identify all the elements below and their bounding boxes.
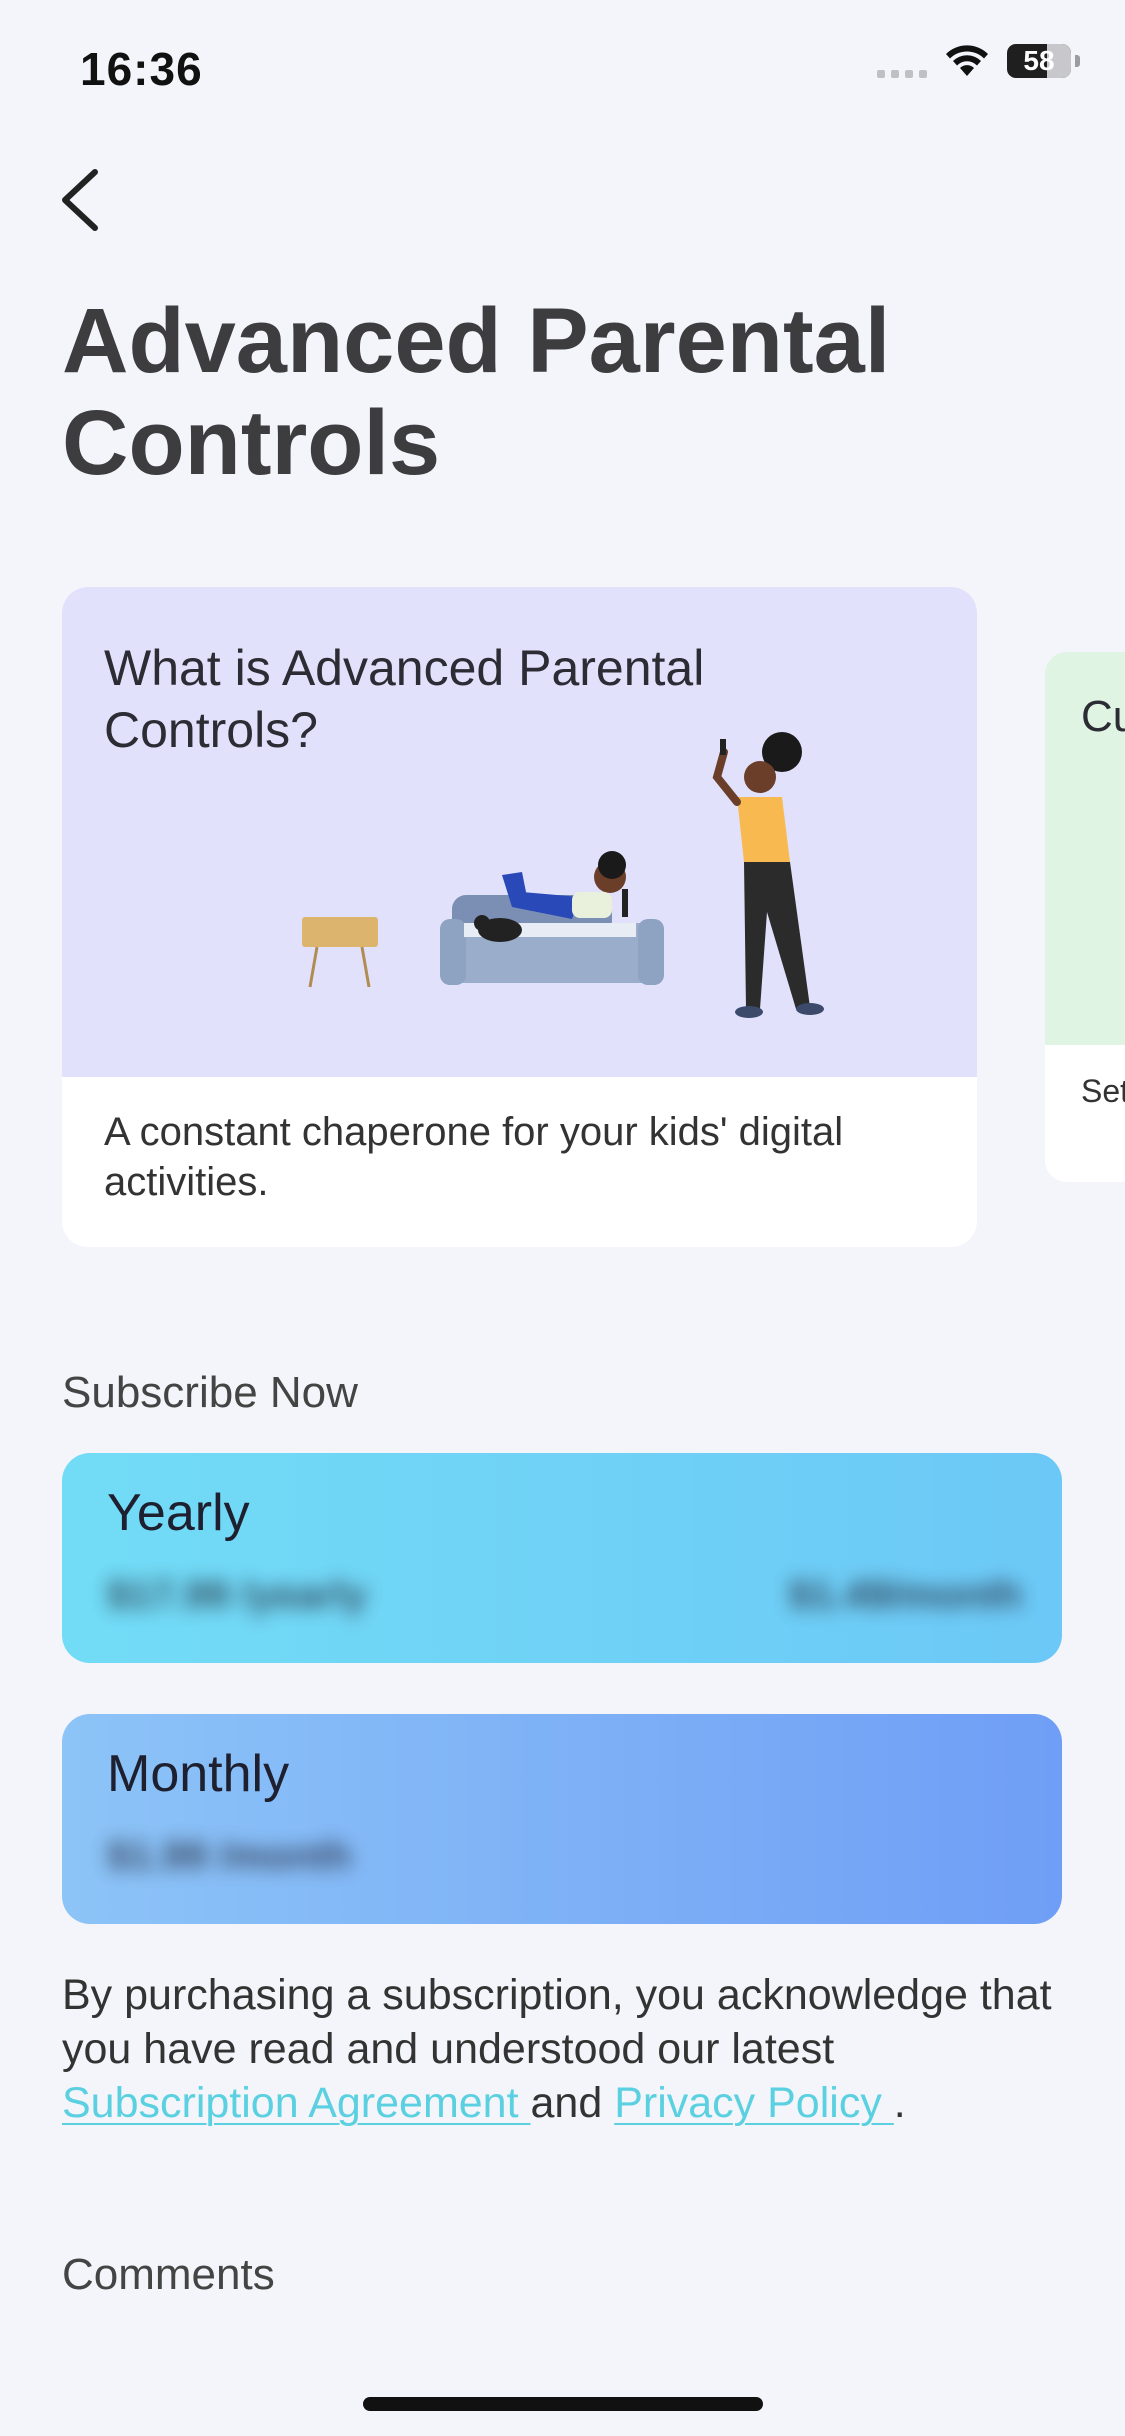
wifi-icon	[946, 45, 988, 76]
plan-name: Yearly	[107, 1484, 250, 1542]
info-card[interactable]: Cu Set hou	[1045, 652, 1125, 1182]
plan-price: $17.99 /yearly	[107, 1573, 368, 1617]
plan-name: Monthly	[107, 1745, 290, 1803]
legal-text: By purchasing a subscription, you acknow…	[62, 1968, 1072, 2130]
chevron-left-icon	[62, 169, 98, 231]
subscription-agreement-link[interactable]: Subscription Agreement	[62, 2079, 531, 2127]
card-description: A constant chaperone for your kids' digi…	[104, 1110, 844, 1204]
status-icons: 58	[877, 44, 1080, 78]
battery-icon: 58	[1007, 44, 1071, 78]
card-description: Set hou	[1081, 1073, 1125, 1109]
legal-text-middle: and	[530, 2079, 615, 2127]
legal-text-start: By purchasing a subscription, you acknow…	[62, 1971, 1052, 2073]
cellular-signal-icon	[877, 44, 927, 78]
back-button[interactable]	[55, 160, 115, 240]
plan-price: $1.99 /month	[107, 1834, 352, 1878]
comments-heading: Comments	[62, 2250, 275, 2299]
home-indicator[interactable]	[363, 2397, 763, 2411]
legal-text-end: .	[893, 2079, 906, 2127]
battery-tip	[1075, 55, 1080, 67]
status-time: 16:36	[80, 43, 203, 95]
battery-level: 58	[1023, 45, 1055, 76]
monthly-plan-button[interactable]: Monthly $1.99 /month	[62, 1714, 1062, 1924]
page-title: Advanced Parental Controls	[62, 290, 891, 494]
plan-price-per-month: $1.49/month	[788, 1573, 1022, 1617]
card-title: Cu	[1081, 692, 1125, 741]
family-illustration	[302, 732, 824, 1018]
subscribe-heading: Subscribe Now	[62, 1368, 358, 1417]
privacy-policy-link[interactable]: Privacy Policy	[614, 2079, 894, 2127]
info-card[interactable]: What is Advanced Parental Controls? A co…	[62, 587, 977, 1247]
yearly-plan-button[interactable]: Yearly $17.99 /yearly $1.49/month	[62, 1453, 1062, 1663]
